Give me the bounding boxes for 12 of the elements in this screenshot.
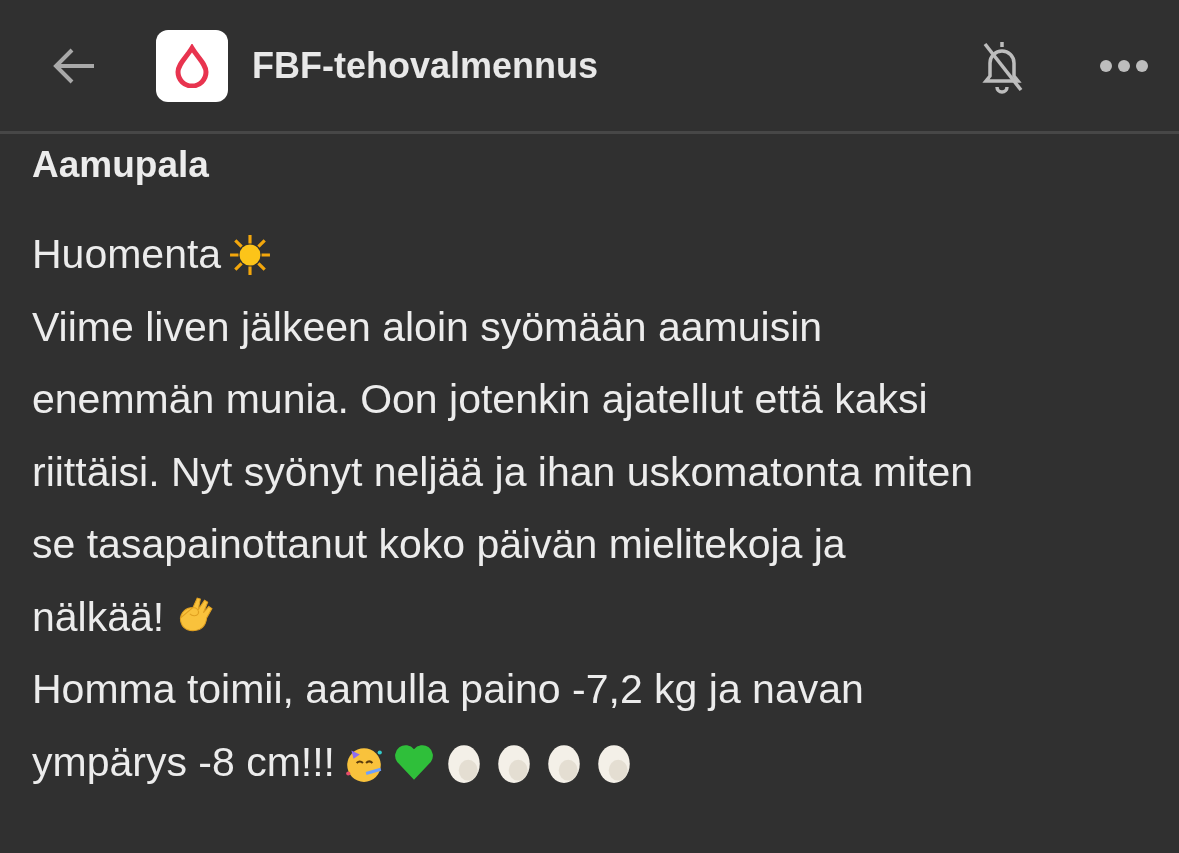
group-title: FBF-tehovalmennus bbox=[252, 44, 600, 87]
post-text: Homma toimii, aamulla paino -7,2 kg ja navan bbox=[32, 666, 864, 712]
more-icon[interactable] bbox=[1099, 58, 1149, 73]
post-text: riittäisi. Nyt syönyt neljää ja ihan uskomatonta miten bbox=[32, 448, 974, 495]
post-text: Huomenta bbox=[32, 231, 222, 277]
sun-icon bbox=[229, 234, 272, 276]
post-text: Viime liven jälkeen aloin syömään aamuisin bbox=[32, 303, 823, 350]
post-text: se tasapainottanut koko päivän mielitekoja ja bbox=[32, 521, 846, 567]
post-title: Aamupala bbox=[32, 144, 210, 186]
post-text: nälkää! bbox=[32, 593, 165, 640]
post-text: ympärys -8 cm!!! bbox=[32, 738, 335, 785]
post-text: enemmän munia. Oon jotenkin ajatellut että kaksi bbox=[32, 376, 928, 422]
